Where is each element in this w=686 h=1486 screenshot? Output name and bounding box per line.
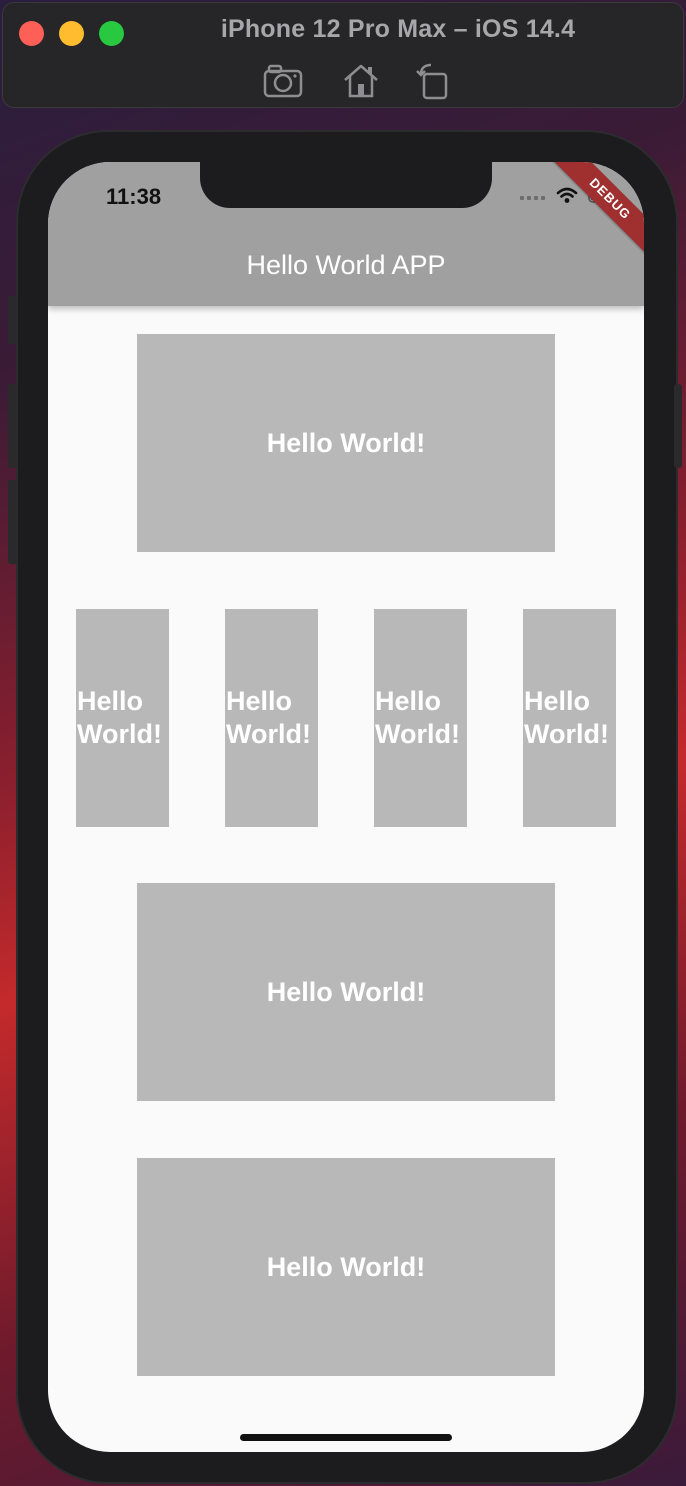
app-bar-title: Hello World APP [246,250,446,280]
close-window-button[interactable] [19,21,44,46]
hello-box-row-3: Hello World! [374,609,467,827]
power-button [674,384,682,468]
window-title: iPhone 12 Pro Max – iOS 14.4 [220,15,576,43]
app-bar: 11:38 DEBUG Hello World APP [48,162,644,306]
hello-box-middle: Hello World! [137,883,555,1101]
home-indicator[interactable] [240,1434,452,1441]
wifi-icon [556,186,578,209]
hello-box-row-2: Hello World! [225,609,318,827]
debug-banner: DEBUG [551,162,644,258]
hello-box-row-1: Hello World! [76,609,169,827]
volume-down-button [8,480,18,564]
camera-icon[interactable] [261,61,305,101]
mute-switch [8,296,18,344]
simulator-titlebar: iPhone 12 Pro Max – iOS 14.4 [2,2,684,108]
volume-up-button [8,384,18,468]
device-screen: 11:38 DEBUG Hello World APP Hello World!… [48,162,644,1452]
status-time: 11:38 [106,184,162,209]
cellular-icon [520,189,546,207]
minimize-window-button[interactable] [59,21,84,46]
hello-box-bottom: Hello World! [137,1158,555,1376]
home-icon[interactable] [339,61,383,101]
rotate-icon[interactable] [411,61,455,101]
hello-box-row-4: Hello World! [523,609,616,827]
device-notch [200,162,492,208]
fullscreen-window-button[interactable] [99,21,124,46]
hello-box-top: Hello World! [137,334,555,552]
